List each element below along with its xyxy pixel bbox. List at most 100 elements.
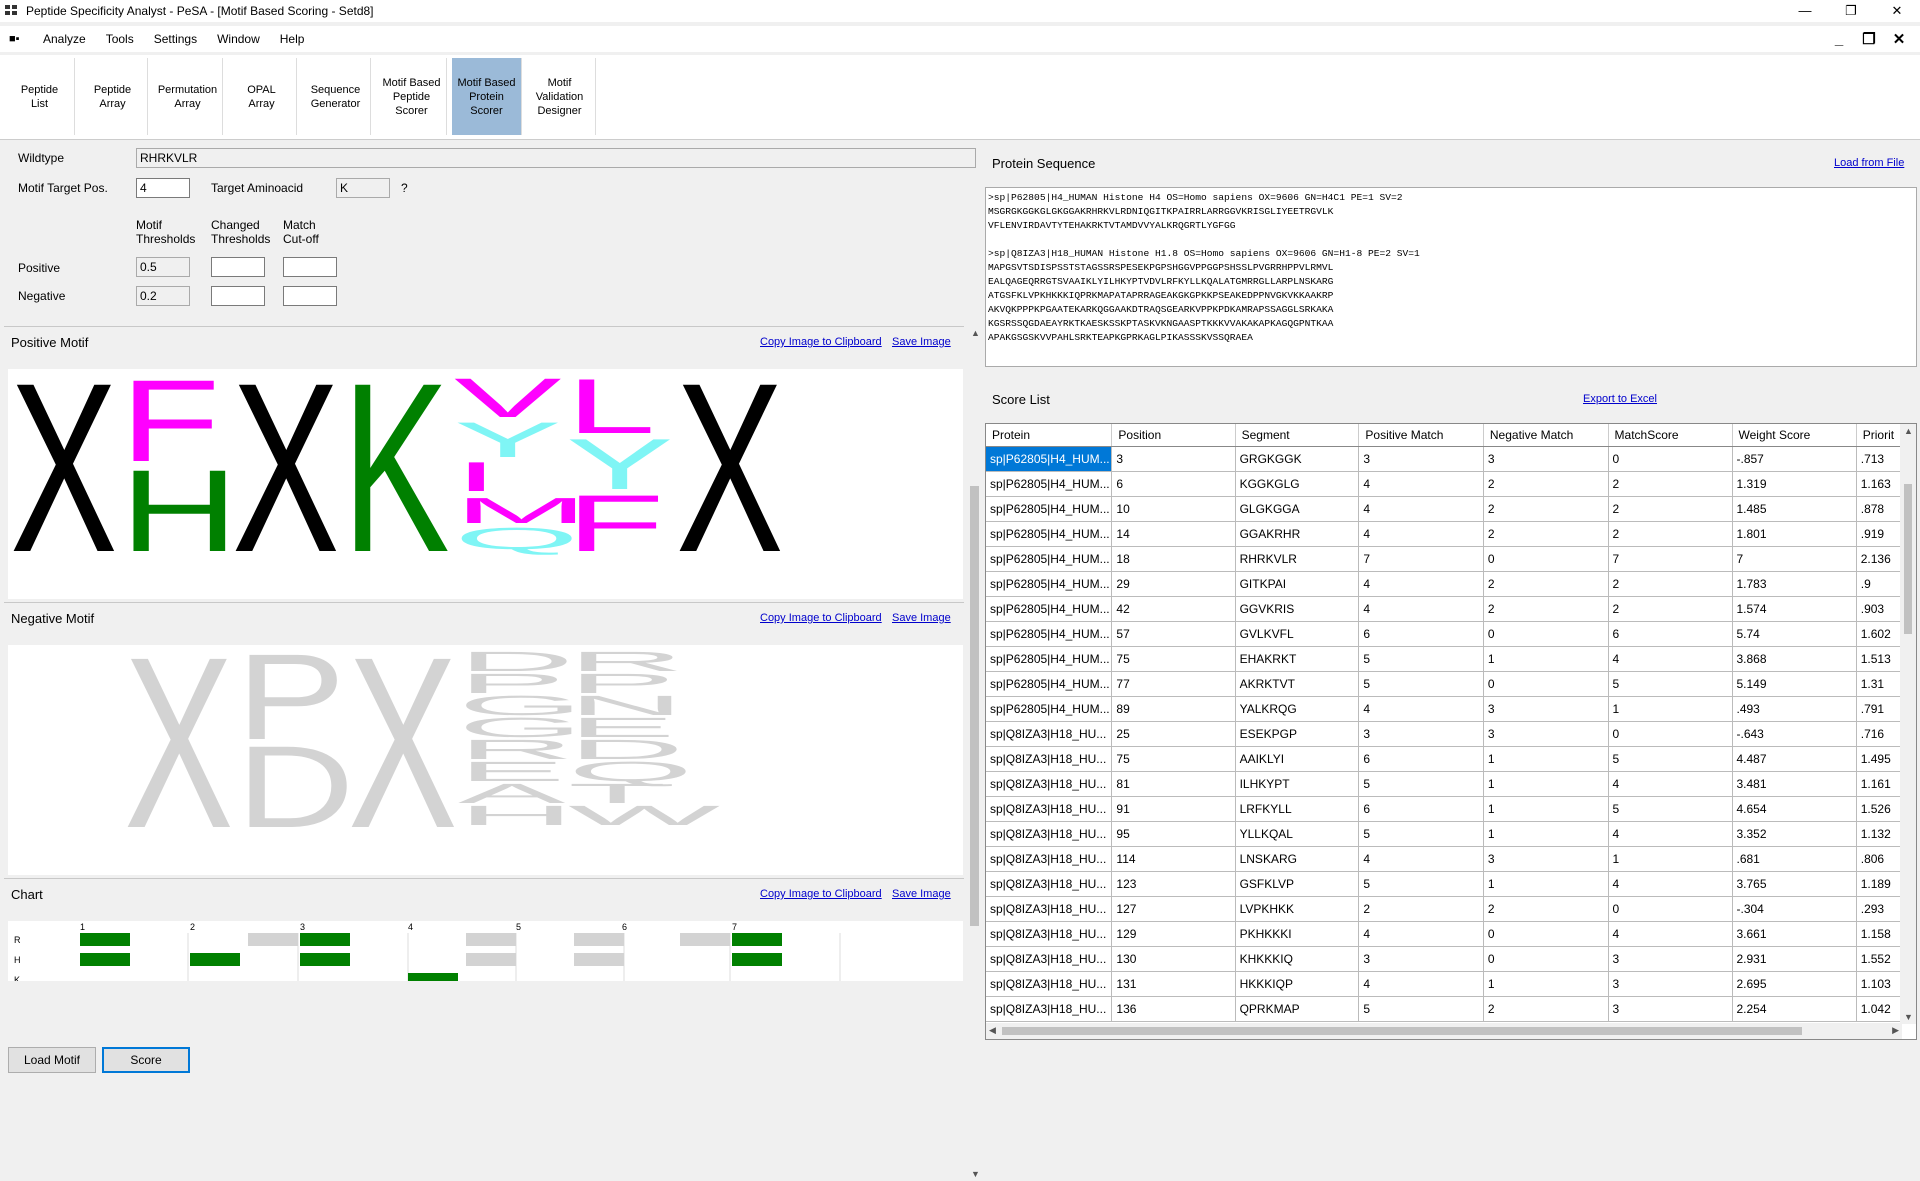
table-cell[interactable]: sp|P62805|H4_HUM... <box>986 471 1113 497</box>
table-row[interactable]: sp|P62805|H4_HUM... 77 AKRKTVT 5 0 5 5.149 1.31 <box>986 671 1916 697</box>
export-excel-link[interactable]: Export to Excel <box>1583 393 1657 405</box>
negative-match-cutoff[interactable] <box>283 286 337 306</box>
table-cell[interactable]: 2 <box>1358 896 1484 922</box>
chart-copy-link[interactable]: Copy Image to Clipboard <box>760 888 882 900</box>
table-row[interactable]: sp|Q8IZA3|H18_HU... 95 YLLKQAL 5 1 4 3.352 1.13… <box>986 821 1916 847</box>
table-cell[interactable]: RHRKVLR <box>1235 546 1360 572</box>
sequence-generator-button[interactable]: Sequence Generator <box>301 58 371 135</box>
table-cell[interactable]: sp|P62805|H4_HUM... <box>986 571 1113 597</box>
table-cell[interactable]: 4 <box>1358 971 1484 997</box>
mdi-minimize-icon[interactable]: _ <box>1824 31 1854 48</box>
table-cell[interactable]: 81 <box>1111 771 1236 797</box>
table-cell[interactable]: 1.319 <box>1732 471 1857 497</box>
table-row[interactable]: sp|Q8IZA3|H18_HU... 131 HKKKIQP 4 1 3 2.695 1.1… <box>986 971 1916 997</box>
column-header[interactable]: Positive Match <box>1358 424 1484 447</box>
table-cell[interactable]: 4 <box>1358 846 1484 872</box>
table-cell[interactable]: sp|P62805|H4_HUM... <box>986 596 1113 622</box>
load-from-file-link[interactable]: Load from File <box>1834 157 1904 169</box>
table-cell[interactable]: 0 <box>1608 446 1733 472</box>
table-row[interactable]: sp|Q8IZA3|H18_HU... 123 GSFKLVP 5 1 4 3.765 1.1… <box>986 871 1916 897</box>
table-row[interactable]: sp|P62805|H4_HUM... 14 GGAKRHR 4 2 2 1.801.919 <box>986 521 1916 547</box>
table-cell[interactable]: 3 <box>1358 946 1484 972</box>
mdi-close-icon[interactable]: ✕ <box>1884 30 1914 48</box>
table-cell[interactable]: -.857 <box>1732 446 1857 472</box>
table-cell[interactable]: 3 <box>1483 846 1609 872</box>
table-cell[interactable]: 3 <box>1483 446 1609 472</box>
table-cell[interactable]: -.304 <box>1732 896 1857 922</box>
table-cell[interactable]: 3 <box>1358 721 1484 747</box>
motif-peptide-scorer-button[interactable]: Motif Based Peptide Scorer <box>377 58 447 135</box>
target-pos-field[interactable]: 4 <box>136 178 190 198</box>
table-cell[interactable]: 4 <box>1358 571 1484 597</box>
table-cell[interactable]: 5.74 <box>1732 621 1857 647</box>
menu-tools[interactable]: Tools <box>96 32 144 46</box>
table-cell[interactable]: 2 <box>1608 571 1733 597</box>
table-cell[interactable]: 1 <box>1483 796 1609 822</box>
table-cell[interactable]: 2 <box>1483 571 1609 597</box>
table-row[interactable]: sp|P62805|H4_HUM... 42 GGVKRIS 4 2 2 1.574.903 <box>986 596 1916 622</box>
wildtype-field[interactable]: RHRKVLR <box>136 148 976 168</box>
table-cell[interactable]: 2 <box>1483 996 1609 1022</box>
column-header[interactable]: Position <box>1111 424 1236 447</box>
table-cell[interactable]: sp|P62805|H4_HUM... <box>986 621 1113 647</box>
table-row[interactable]: sp|Q8IZA3|H18_HU... 136 QPRKMAP 5 2 3 2.254 1.0… <box>986 996 1916 1022</box>
table-cell[interactable]: 129 <box>1111 921 1236 947</box>
table-cell[interactable]: sp|Q8IZA3|H18_HU... <box>986 946 1113 972</box>
table-cell[interactable]: 5 <box>1358 871 1484 897</box>
table-cell[interactable]: 2 <box>1483 496 1609 522</box>
table-row[interactable]: sp|Q8IZA3|H18_HU... 130 KHKKKIQ 3 0 3 2.931 1.5… <box>986 946 1916 972</box>
table-cell[interactable]: 10 <box>1111 496 1236 522</box>
table-cell[interactable]: 6 <box>1111 471 1236 497</box>
table-cell[interactable]: GRGKGGK <box>1235 446 1360 472</box>
table-cell[interactable]: sp|P62805|H4_HUM... <box>986 521 1113 547</box>
table-cell[interactable]: sp|Q8IZA3|H18_HU... <box>986 846 1113 872</box>
left-vertical-scrollbar[interactable]: ▲ ▼ <box>967 326 983 1181</box>
table-cell[interactable]: GITKPAI <box>1235 571 1360 597</box>
table-cell[interactable]: 0 <box>1608 896 1733 922</box>
grid-vertical-scrollbar[interactable]: ▲ ▼ <box>1900 424 1916 1024</box>
protein-sequence-box[interactable]: >sp|P62805|H4_HUMAN Histone H4 OS=Homo s… <box>985 187 1917 367</box>
table-cell[interactable]: AAIKLYI <box>1235 746 1360 772</box>
table-cell[interactable]: 4 <box>1358 921 1484 947</box>
table-cell[interactable]: 6 <box>1608 621 1733 647</box>
table-cell[interactable]: sp|P62805|H4_HUM... <box>986 646 1113 672</box>
table-cell[interactable]: sp|Q8IZA3|H18_HU... <box>986 771 1113 797</box>
minimize-button[interactable]: — <box>1782 0 1828 22</box>
table-cell[interactable]: 6 <box>1358 746 1484 772</box>
scroll-down-icon[interactable]: ▼ <box>971 1169 980 1179</box>
table-cell[interactable]: 5 <box>1358 821 1484 847</box>
table-row[interactable]: sp|Q8IZA3|H18_HU... 75 AAIKLYI 6 1 5 4.487 1.49… <box>986 746 1916 772</box>
negative-save-link[interactable]: Save Image <box>892 612 951 624</box>
table-cell[interactable]: 5 <box>1608 796 1733 822</box>
table-cell[interactable]: 0 <box>1608 721 1733 747</box>
table-cell[interactable]: YLLKQAL <box>1235 821 1360 847</box>
table-cell[interactable]: ESEKPGP <box>1235 721 1360 747</box>
table-cell[interactable]: 4 <box>1608 871 1733 897</box>
grid-horizontal-scrollbar[interactable]: ◀ ▶ <box>986 1023 1902 1039</box>
table-cell[interactable]: sp|Q8IZA3|H18_HU... <box>986 746 1113 772</box>
table-cell[interactable]: 3 <box>1111 446 1236 472</box>
table-cell[interactable]: AKRKTVT <box>1235 671 1360 697</box>
table-cell[interactable]: 2 <box>1483 521 1609 547</box>
table-row[interactable]: sp|Q8IZA3|H18_HU... 91 LRFKYLL 6 1 5 4.654 1.52… <box>986 796 1916 822</box>
table-cell[interactable]: 3 <box>1608 946 1733 972</box>
table-cell[interactable]: 1 <box>1608 846 1733 872</box>
column-header[interactable]: MatchScore <box>1608 424 1733 447</box>
positive-match-cutoff[interactable] <box>283 257 337 277</box>
table-cell[interactable]: 1.783 <box>1732 571 1857 597</box>
column-header[interactable]: Negative Match <box>1483 424 1609 447</box>
menu-help[interactable]: Help <box>270 32 315 46</box>
table-row[interactable]: sp|P62805|H4_HUM... 3 GRGKGGK 3 3 0 -.857.713 <box>986 446 1916 472</box>
table-cell[interactable]: 1.574 <box>1732 596 1857 622</box>
table-cell[interactable]: sp|Q8IZA3|H18_HU... <box>986 971 1113 997</box>
table-cell[interactable]: 25 <box>1111 721 1236 747</box>
table-cell[interactable]: 2 <box>1608 596 1733 622</box>
table-cell[interactable]: 1 <box>1483 646 1609 672</box>
table-cell[interactable]: 75 <box>1111 746 1236 772</box>
chart-save-link[interactable]: Save Image <box>892 888 951 900</box>
menu-settings[interactable]: Settings <box>144 32 207 46</box>
positive-save-link[interactable]: Save Image <box>892 336 951 348</box>
table-cell[interactable]: 29 <box>1111 571 1236 597</box>
negative-motif-threshold[interactable]: 0.2 <box>136 286 190 306</box>
table-cell[interactable]: 5 <box>1608 746 1733 772</box>
